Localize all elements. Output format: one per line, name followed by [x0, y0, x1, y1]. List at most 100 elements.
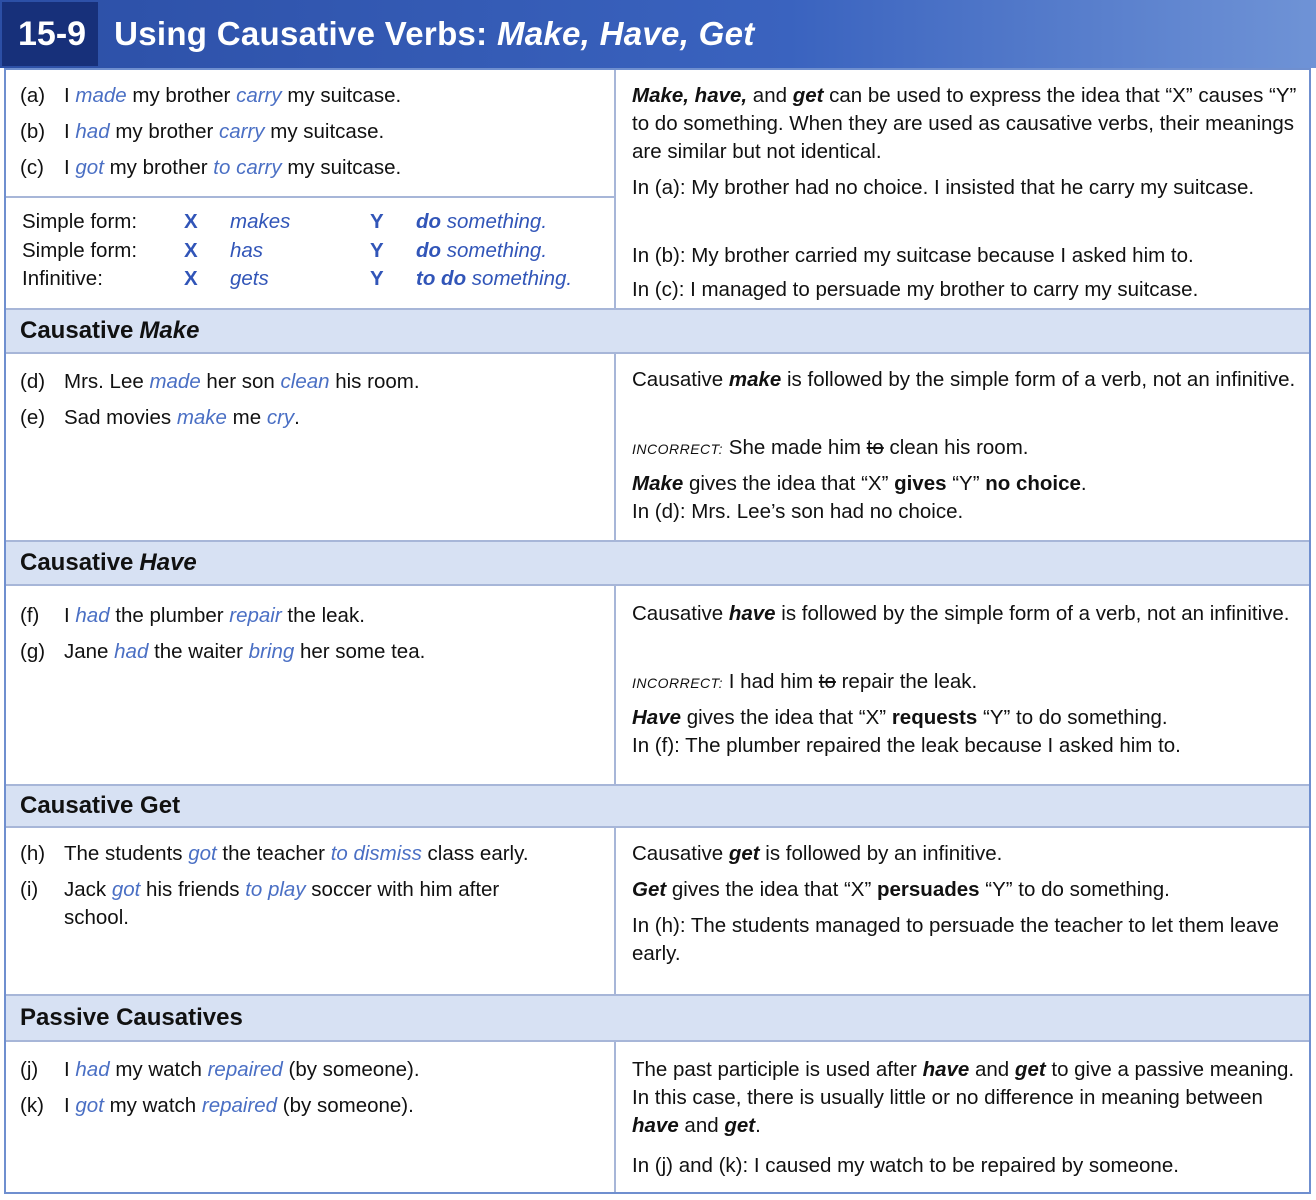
causative-verb: got	[188, 842, 217, 865]
action-verb: carry	[236, 84, 282, 107]
explanation-text: “Y” to do something.	[979, 878, 1170, 901]
example-text: I	[64, 1094, 76, 1117]
have-row: (f) I had the plumber repair the leak. (g…	[6, 586, 1309, 784]
example-label: (f)	[20, 604, 40, 627]
example-label: (d)	[20, 370, 46, 393]
example-text: my suitcase.	[264, 120, 385, 143]
example-text: I	[64, 84, 76, 107]
example-text: my watch	[109, 1058, 208, 1081]
example-text: I	[64, 604, 76, 627]
section-heading-text: Causative	[20, 317, 134, 344]
form-rest-verb: do	[416, 210, 442, 233]
section-heading-text: Causative Get	[20, 792, 181, 819]
explanation-text: gives the idea that “X”	[666, 878, 877, 901]
example-label: (g)	[20, 640, 46, 663]
form-verb: gets	[230, 267, 269, 290]
keyword: get	[792, 84, 824, 107]
section-heading-text: Causative	[20, 549, 134, 576]
keyword: get	[724, 1114, 756, 1137]
make-explanation-column: Causative make is followed by the simple…	[618, 354, 1309, 540]
struck-word: to	[866, 436, 884, 459]
example-text: his friends	[140, 878, 246, 901]
explanation-text: The past participle is used after	[632, 1058, 923, 1081]
example-text: I	[64, 156, 76, 179]
form-y: Y	[370, 238, 384, 262]
example-label: (c)	[20, 156, 44, 179]
explanation-text: gives the idea that “X”	[683, 472, 895, 495]
causative-verb: got	[111, 878, 141, 901]
example-label: (h)	[20, 842, 46, 865]
form-name: Infinitive:	[22, 267, 103, 290]
passive-explanation-1: The past participle is used after have a…	[632, 1056, 1297, 1140]
example-text: my suitcase.	[281, 156, 402, 179]
explanation-text: is followed by an infinitive.	[759, 842, 1003, 865]
explanation-text: and	[678, 1114, 725, 1137]
form-row: Simple form: X makes Y do something.	[22, 210, 614, 239]
have-explanation-3: Have gives the idea that “X” requests “Y…	[632, 704, 1297, 732]
intro-explanation-3: In (b): My brother carried my suitcase b…	[632, 244, 1194, 267]
chart-title-text: Using Causative Verbs:	[114, 15, 497, 52]
example-text: my brother	[126, 84, 237, 107]
get-row: (h) The students got the teacher to dismi…	[6, 828, 1309, 994]
intro-explanation-2: In (a): My brother had no choice. I insi…	[632, 176, 1255, 199]
form-rest-verb: to do	[416, 267, 467, 290]
keyword: Make, have,	[632, 84, 748, 107]
have-incorrect: INCORRECT: I had him to repair the leak.	[632, 668, 1297, 697]
get-explanation-1: Causative get is followed by an infiniti…	[632, 840, 1297, 868]
chart-title-bar: 15-9 Using Causative Verbs: Make, Have, …	[0, 0, 1316, 68]
form-name: Simple form:	[22, 238, 138, 262]
keyword: Have	[632, 706, 682, 729]
make-explanation-4: In (d): Mrs. Lee’s son had no choice.	[632, 500, 964, 523]
grammar-chart-page: 15-9 Using Causative Verbs: Make, Have, …	[0, 0, 1316, 1200]
example-d: (d) Mrs. Lee made her son clean his room.	[20, 370, 420, 394]
example-text: me	[226, 406, 267, 429]
get-explanation-column: Causative get is followed by an infiniti…	[618, 828, 1309, 994]
intro-explanation-column: Make, have, and get can be used to expre…	[618, 70, 1309, 308]
example-text: the leak.	[281, 604, 365, 627]
explanation-text: I had him	[723, 670, 819, 693]
explanation-text: Causative	[632, 842, 729, 865]
form-rest: something.	[466, 267, 573, 290]
make-examples-column: (d) Mrs. Lee made her son clean his room.…	[6, 354, 616, 540]
example-text: Jane	[64, 640, 115, 663]
keyword: make	[728, 368, 782, 391]
example-text: I	[64, 1058, 76, 1081]
example-text: (by someone).	[277, 1094, 414, 1117]
past-participle: repaired	[207, 1058, 283, 1081]
passive-row: (j) I had my watch repaired (by someone).…	[6, 1042, 1309, 1192]
action-verb: to carry	[213, 156, 282, 179]
chart-title: Using Causative Verbs: Make, Have, Get	[114, 15, 755, 53]
past-participle: repaired	[201, 1094, 278, 1117]
causative-verb: made	[75, 84, 127, 107]
form-rest: something.	[441, 238, 548, 262]
example-label: (e)	[20, 406, 46, 429]
example-i: (i) Jack got his friends to play soccer w…	[20, 878, 499, 902]
example-text: class early.	[421, 842, 529, 865]
example-text: Sad movies	[64, 406, 177, 429]
action-verb: repair	[229, 604, 282, 627]
action-verb: clean	[280, 370, 330, 393]
causative-verb: got	[75, 156, 104, 179]
form-rest: something.	[441, 210, 548, 233]
form-verb: has	[230, 238, 264, 262]
form-row: Simple form: X has Y do something.	[22, 239, 614, 268]
chart-number-badge: 15-9	[2, 2, 99, 66]
keyword: Get	[632, 878, 667, 901]
explanation-text: Causative	[632, 368, 729, 391]
emphasis: requests	[891, 706, 978, 729]
example-text: the plumber	[109, 604, 230, 627]
example-text: soccer with him after	[305, 878, 500, 901]
example-text: my suitcase.	[281, 84, 402, 107]
chart-frame: (a) I made my brother carry my suitcase. …	[4, 68, 1311, 1194]
explanation-text: gives the idea that “X”	[681, 706, 892, 729]
chart-title-verbs: Make, Have, Get	[496, 15, 755, 52]
example-e: (e) Sad movies make me cry.	[20, 406, 300, 430]
action-verb: bring	[248, 640, 295, 663]
make-row: (d) Mrs. Lee made her son clean his room.…	[6, 354, 1309, 540]
action-verb: to play	[245, 878, 306, 901]
example-label: (j)	[20, 1058, 39, 1081]
keyword: get	[728, 842, 760, 865]
incorrect-label: INCORRECT:	[632, 441, 724, 457]
have-examples-column: (f) I had the plumber repair the leak. (g…	[6, 586, 616, 784]
example-text: Jack	[64, 878, 112, 901]
